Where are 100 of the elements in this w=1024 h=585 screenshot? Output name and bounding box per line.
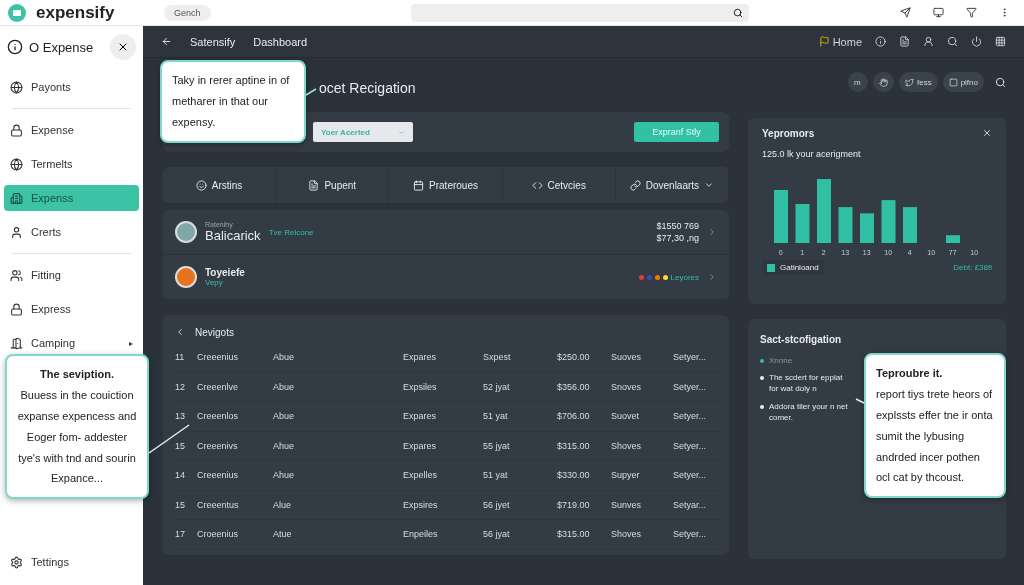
callout-title: The seviption. xyxy=(39,367,115,382)
toolbar-pill[interactable] xyxy=(872,72,894,92)
info-icon[interactable] xyxy=(875,36,886,47)
table-cell-text: Shoves xyxy=(611,440,643,451)
settings-icon xyxy=(10,555,23,569)
table-cell-text: Expares xyxy=(403,440,438,451)
table-cell-text: 15 xyxy=(175,499,186,510)
tab[interactable]: Praterouеs xyxy=(389,167,503,203)
tab[interactable]: Arstins xyxy=(163,167,277,203)
tab[interactable]: Pupent xyxy=(276,167,390,203)
callout-text: Taky in rerer aptine in of metharer in that our expensy. xyxy=(172,74,290,128)
toolbar-pill[interactable]: fess xyxy=(898,72,938,92)
sidebar-item[interactable]: Fitting xyxy=(4,262,139,288)
search-icon[interactable] xyxy=(995,76,1006,88)
table-cell-text: Creeenlve xyxy=(197,381,240,392)
amount-text: $77,30 ,ng xyxy=(656,233,699,243)
person-name: Balicarick xyxy=(205,228,261,243)
toolbar-pill[interactable]: m xyxy=(847,72,868,92)
building-icon xyxy=(10,191,23,205)
send-icon[interactable] xyxy=(900,7,911,18)
avatar xyxy=(175,221,197,243)
power-icon[interactable] xyxy=(971,36,982,47)
table-cell-text: Sunves xyxy=(611,499,643,510)
close-icon xyxy=(117,41,129,53)
table-cell-text: Snoves xyxy=(611,381,643,392)
table-cell-text: Shoves xyxy=(611,529,643,540)
tab[interactable]: Cetvcies xyxy=(502,167,616,203)
table-cell-text: $719.00 xyxy=(557,499,591,510)
table-cell-text: Abue xyxy=(273,352,296,363)
search-icon[interactable] xyxy=(947,36,958,47)
back-icon[interactable] xyxy=(161,36,172,47)
globe-icon xyxy=(10,157,23,171)
table-cell-text: 12 xyxy=(175,381,186,392)
total-text: Debt: £38fi xyxy=(953,263,992,272)
sidebar-item[interactable]: Expenss xyxy=(4,185,139,211)
calendar-icon xyxy=(413,179,425,191)
back-icon[interactable] xyxy=(175,327,185,337)
table-cell-text: Alue xyxy=(273,499,292,510)
search-icon xyxy=(732,7,743,18)
tab[interactable]: Dovenlaarts xyxy=(615,167,729,203)
table-cell-text: Atue xyxy=(273,529,293,540)
callout-text: report tiys trete heors of explssts effer tne ir onta sumit the lybusing andrded incer pothen ocl cat by thcoust. xyxy=(876,387,993,484)
document-icon[interactable] xyxy=(899,36,910,47)
sidebar-item[interactable]: Camping ▸ xyxy=(4,330,139,356)
monitor-icon[interactable] xyxy=(933,7,944,18)
table-cell-text: 51 yat xyxy=(483,411,509,422)
smiley-icon xyxy=(195,179,207,191)
user-icon xyxy=(10,225,23,239)
sidebar-item[interactable]: Express xyxy=(4,296,139,322)
table-cell-text: Creeentus xyxy=(197,499,240,510)
table-cell-text: Setyer... xyxy=(673,440,708,451)
breadcrumb-link[interactable]: Dashboard xyxy=(253,35,308,48)
callout-text: Buuess in the couiction expanse expencess and Eoger fom- addester tye's with tnd and sourin Expance... xyxy=(17,388,137,485)
workspace-chip[interactable]: Gench xyxy=(164,4,211,21)
sidebar-item[interactable]: Expense xyxy=(4,117,139,143)
table-cell-text: 11 xyxy=(175,352,186,363)
table-cell-text: Setyer... xyxy=(673,529,708,540)
table-cell-text: 51 yat xyxy=(483,470,509,481)
home-link[interactable]: Home xyxy=(832,35,862,48)
table-cell-text: 17 xyxy=(175,529,186,540)
search-field[interactable] xyxy=(410,3,749,22)
person-tag: Vepy xyxy=(205,278,245,287)
table-cell-text: Sxpest xyxy=(483,352,512,363)
door-icon xyxy=(10,336,23,350)
square-icon xyxy=(948,77,958,87)
sidebar-item[interactable]: Termelts xyxy=(4,151,139,177)
table-title: Nevigots xyxy=(195,326,234,338)
table-cell-text: Expsiles xyxy=(403,381,438,392)
globe-icon xyxy=(10,80,23,94)
dots-label: Leyores xyxy=(670,272,699,282)
person-name: Toyeiefe xyxy=(205,267,245,278)
table-cell-text: Creeenivs xyxy=(197,440,239,451)
table-cell-text: 56 jyat xyxy=(483,529,511,540)
table-cell-text: Abue xyxy=(273,411,296,422)
chevron-icon[interactable] xyxy=(707,272,717,282)
lock-icon xyxy=(10,302,23,316)
leader-line xyxy=(856,398,864,404)
grid-icon[interactable] xyxy=(995,36,1006,47)
sidebar-item[interactable]: Payonts xyxy=(4,74,139,100)
filter-icon[interactable] xyxy=(966,7,977,18)
brand-name: expensify xyxy=(36,2,116,23)
breadcrumb-link[interactable]: Satensify xyxy=(190,35,236,48)
chevron-icon[interactable] xyxy=(707,227,717,237)
table-cell-text: Suoves xyxy=(611,352,643,363)
table-cell-text: $250.00 xyxy=(557,352,591,363)
table-cell-text: Creeenius xyxy=(197,352,240,363)
user-icon[interactable] xyxy=(923,36,934,47)
legend-item: Gatinloand xyxy=(762,260,824,275)
sidebar-item[interactable]: Crerts xyxy=(4,219,139,245)
table-cell-text: Expares xyxy=(403,411,438,422)
close-icon[interactable] xyxy=(982,128,992,138)
table-cell-text: Ahue xyxy=(273,440,296,451)
toolbar-pill[interactable]: pifno xyxy=(942,72,984,92)
table-cell-text: $315.00 xyxy=(557,440,591,451)
amount-text: $1550 769 xyxy=(656,221,699,231)
table-cell-text: 52 jyat xyxy=(483,381,511,392)
callout-title: Teproubre it. xyxy=(876,366,944,381)
table-cell-text: Expelles xyxy=(403,470,439,481)
sidebar-item[interactable]: Tettings xyxy=(4,549,139,575)
table-cell-text: Setyer... xyxy=(673,411,708,422)
